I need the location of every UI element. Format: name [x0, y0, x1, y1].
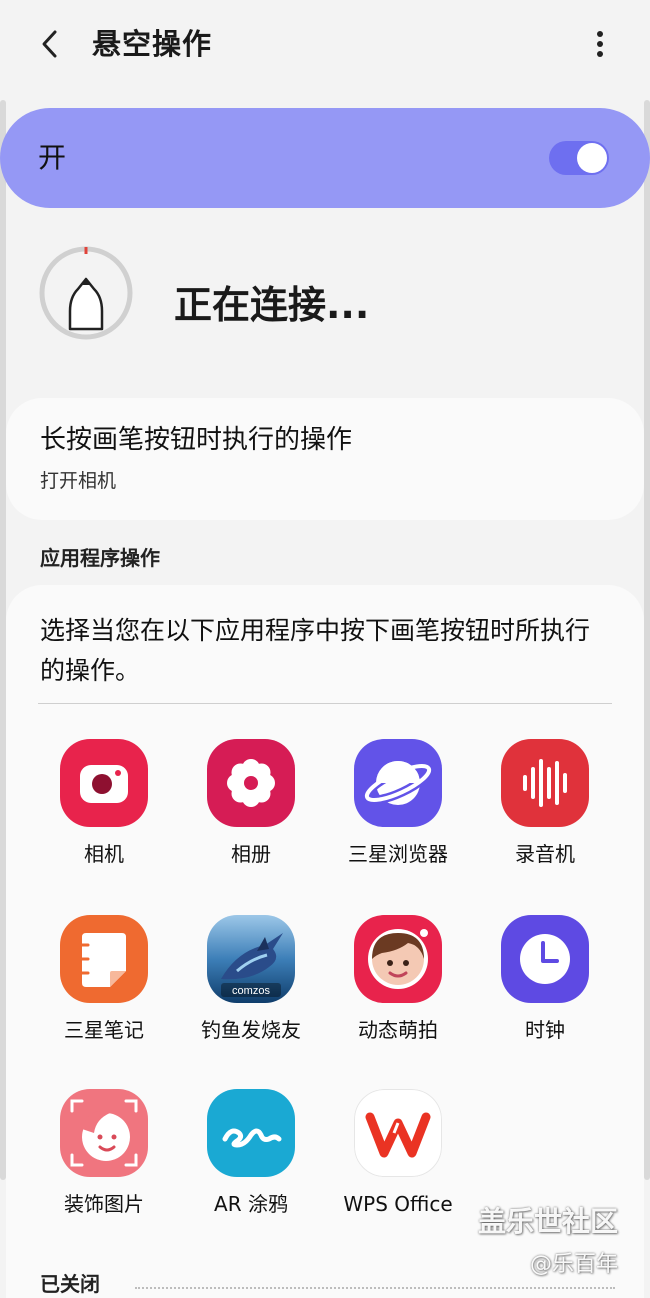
- app-item-decorate-pic[interactable]: 装饰图片: [30, 1089, 178, 1239]
- more-options-button[interactable]: [580, 24, 620, 64]
- app-actions-section-title: 应用程序操作: [40, 546, 160, 570]
- app-header: 悬空操作: [0, 0, 650, 90]
- voice-recorder-icon: [501, 739, 589, 827]
- app-label: 动态萌拍: [358, 1018, 438, 1042]
- app-label: 三星笔记: [64, 1018, 144, 1042]
- app-label: 钓鱼发烧友: [201, 1018, 301, 1042]
- ar-emoji-icon: [354, 915, 442, 1003]
- divider: [38, 703, 612, 704]
- app-actions-description: 选择当您在以下应用程序中按下画笔按钮时所执行的操作。: [40, 616, 591, 685]
- gallery-icon: [207, 739, 295, 827]
- fishing-game-icon: comzos: [207, 915, 295, 1003]
- right-edge-shade: [644, 100, 650, 1180]
- app-label: 相册: [231, 842, 271, 866]
- svg-text:comzos: comzos: [232, 985, 270, 997]
- back-arrow-icon: [42, 30, 57, 58]
- master-toggle[interactable]: [549, 141, 609, 175]
- watermark-community: 盖乐世社区: [478, 1205, 619, 1238]
- long-press-value: 打开相机: [40, 470, 117, 492]
- wps-office-icon: [354, 1089, 442, 1177]
- long-press-action-item[interactable]: 长按画笔按钮时执行的操作 打开相机: [6, 398, 644, 520]
- long-press-title: 长按画笔按钮时执行的操作: [40, 425, 353, 455]
- master-switch-label: 开: [38, 141, 67, 174]
- app-item-camera[interactable]: 相机: [30, 739, 178, 889]
- browser-icon: [354, 739, 442, 827]
- app-item-gallery[interactable]: 相册: [177, 739, 325, 889]
- connection-status-text: 正在连接...: [174, 283, 370, 327]
- ar-doodle-icon: [207, 1089, 295, 1177]
- decorate-pic-icon: [60, 1089, 148, 1177]
- app-label: 录音机: [515, 842, 575, 866]
- page-title: 悬空操作: [92, 27, 213, 61]
- app-label: 装饰图片: [64, 1192, 144, 1216]
- closed-section-divider: [135, 1287, 615, 1289]
- app-item-voice-recorder[interactable]: 录音机: [471, 739, 619, 889]
- app-label: 三星浏览器: [348, 842, 448, 866]
- app-label: 时钟: [525, 1018, 565, 1042]
- app-label: 相机: [84, 842, 124, 866]
- master-switch-bar[interactable]: 开: [0, 108, 650, 208]
- more-vertical-icon: [597, 31, 603, 57]
- back-button[interactable]: [30, 24, 70, 64]
- closed-section-title: 已关闭: [40, 1272, 100, 1296]
- app-item-wps-office[interactable]: WPS Office: [324, 1089, 472, 1239]
- clock-icon: [501, 915, 589, 1003]
- app-item-clock[interactable]: 时钟: [471, 915, 619, 1065]
- app-item-fishing-game[interactable]: comzos 钓鱼发烧友: [177, 915, 325, 1065]
- app-item-ar-doodle[interactable]: AR 涂鸦: [177, 1089, 325, 1239]
- app-item-notes[interactable]: 三星笔记: [30, 915, 178, 1065]
- camera-icon: [60, 739, 148, 827]
- app-item-ar-emoji[interactable]: 动态萌拍: [324, 915, 472, 1065]
- s-pen-status-icon: [38, 245, 134, 341]
- app-item-browser[interactable]: 三星浏览器: [324, 739, 472, 889]
- notes-icon: [60, 915, 148, 1003]
- app-label: WPS Office: [343, 1192, 453, 1216]
- toggle-knob: [577, 143, 607, 173]
- watermark-author: @乐百年: [530, 1252, 619, 1277]
- app-actions-card: 选择当您在以下应用程序中按下画笔按钮时所执行的操作。 相机 相册 三星浏览器 录…: [6, 585, 644, 1298]
- app-label: AR 涂鸦: [214, 1192, 288, 1216]
